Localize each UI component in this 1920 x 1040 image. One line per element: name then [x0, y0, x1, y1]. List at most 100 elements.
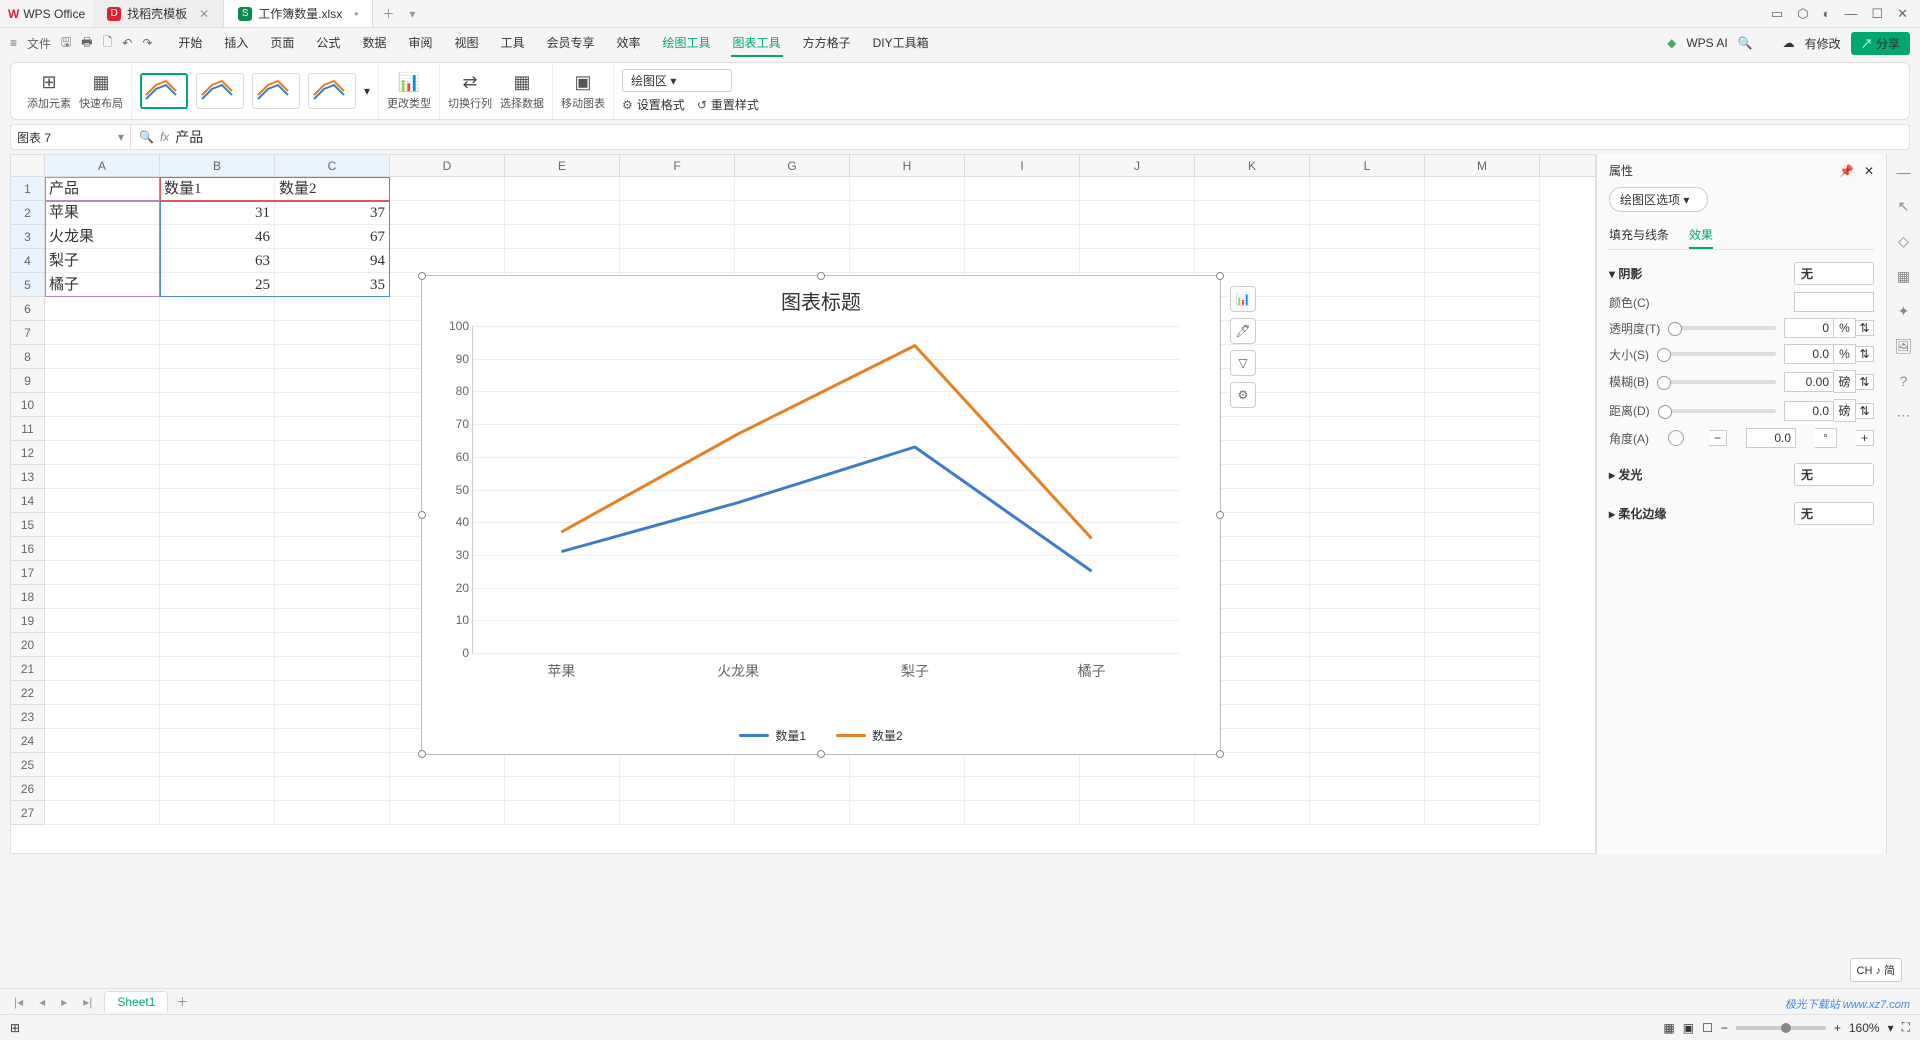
- cell[interactable]: [390, 753, 505, 777]
- cell[interactable]: [275, 681, 390, 705]
- row-header[interactable]: 12: [11, 441, 45, 465]
- search-icon[interactable]: 🔍: [1738, 36, 1753, 50]
- menu-item[interactable]: 方方格子: [801, 30, 853, 57]
- cell[interactable]: [160, 753, 275, 777]
- cell[interactable]: [1310, 273, 1425, 297]
- chart-handle[interactable]: [1216, 272, 1224, 280]
- cell[interactable]: [1425, 393, 1540, 417]
- cell[interactable]: [160, 369, 275, 393]
- reset-style-button[interactable]: ↺重置样式: [697, 96, 759, 113]
- stepper[interactable]: ⇅: [1856, 320, 1874, 336]
- cell[interactable]: [45, 441, 160, 465]
- cell[interactable]: [160, 393, 275, 417]
- preview-icon[interactable]: 🗋: [103, 33, 113, 54]
- cell[interactable]: [45, 321, 160, 345]
- row-header[interactable]: 5: [11, 273, 45, 297]
- chart-object[interactable]: 图表标题 0102030405060708090100苹果火龙果梨子橘子 数量1…: [421, 275, 1221, 755]
- cell[interactable]: [1310, 249, 1425, 273]
- angle-dial-icon[interactable]: [1668, 430, 1684, 446]
- shadow-size-input[interactable]: 0.0: [1784, 344, 1834, 364]
- row-header[interactable]: 8: [11, 345, 45, 369]
- cell[interactable]: [1310, 321, 1425, 345]
- cell[interactable]: [620, 201, 735, 225]
- rail-more-icon[interactable]: ⋯: [1897, 407, 1911, 424]
- cell[interactable]: [850, 753, 965, 777]
- cell[interactable]: [1425, 705, 1540, 729]
- sheet-nav-first[interactable]: |◂: [10, 995, 27, 1009]
- cell[interactable]: [1425, 585, 1540, 609]
- menu-item[interactable]: 审阅: [406, 30, 434, 57]
- row-header[interactable]: 20: [11, 633, 45, 657]
- cell[interactable]: [160, 657, 275, 681]
- formula-content[interactable]: 产品: [175, 127, 203, 147]
- shadow-opacity-slider[interactable]: [1668, 326, 1776, 330]
- cell[interactable]: [1080, 225, 1195, 249]
- column-header[interactable]: H: [850, 155, 965, 176]
- select-data-button[interactable]: ▦选择数据: [500, 72, 544, 111]
- cell[interactable]: [160, 633, 275, 657]
- cell[interactable]: [1425, 801, 1540, 825]
- cell[interactable]: [620, 777, 735, 801]
- cell[interactable]: [735, 753, 850, 777]
- menu-item[interactable]: 会员专享: [545, 30, 597, 57]
- add-tab-button[interactable]: ＋: [373, 5, 403, 22]
- cell[interactable]: [45, 681, 160, 705]
- close-button[interactable]: ✕: [1897, 6, 1908, 22]
- row-header[interactable]: 26: [11, 777, 45, 801]
- cell[interactable]: [45, 657, 160, 681]
- select-all-corner[interactable]: [11, 155, 45, 176]
- cell[interactable]: [45, 801, 160, 825]
- column-header[interactable]: K: [1195, 155, 1310, 176]
- cell[interactable]: [275, 561, 390, 585]
- cell[interactable]: [1310, 441, 1425, 465]
- cell[interactable]: [160, 513, 275, 537]
- view-normal-icon[interactable]: ▦: [1663, 1021, 1674, 1035]
- shadow-blur-slider[interactable]: [1657, 380, 1776, 384]
- cell[interactable]: [45, 561, 160, 585]
- cell[interactable]: [275, 345, 390, 369]
- cell[interactable]: [965, 201, 1080, 225]
- menu-item[interactable]: 页面: [268, 30, 296, 57]
- cell[interactable]: [1310, 561, 1425, 585]
- chart-handle[interactable]: [418, 272, 426, 280]
- cell[interactable]: [1425, 657, 1540, 681]
- minimize-button[interactable]: —: [1844, 6, 1857, 21]
- cell[interactable]: [45, 369, 160, 393]
- cell[interactable]: [1310, 537, 1425, 561]
- cell[interactable]: [1195, 249, 1310, 273]
- cell[interactable]: [1310, 297, 1425, 321]
- cell[interactable]: [45, 537, 160, 561]
- chart-handle[interactable]: [817, 750, 825, 758]
- menu-item[interactable]: 开始: [176, 30, 204, 57]
- cell[interactable]: [1425, 561, 1540, 585]
- row-header[interactable]: 9: [11, 369, 45, 393]
- panel-tab[interactable]: 填充与线条: [1609, 222, 1669, 249]
- cell[interactable]: [1310, 753, 1425, 777]
- menu-item[interactable]: 公式: [314, 30, 342, 57]
- cell[interactable]: [1310, 225, 1425, 249]
- panel-tab[interactable]: 效果: [1689, 222, 1713, 249]
- cell[interactable]: [965, 753, 1080, 777]
- cell[interactable]: [390, 177, 505, 201]
- cell[interactable]: [850, 225, 965, 249]
- add-element-button[interactable]: ⊞添加元素: [27, 72, 71, 111]
- cell[interactable]: [1310, 729, 1425, 753]
- wps-ai-button[interactable]: WPS AI: [1686, 36, 1727, 50]
- rail-help-icon[interactable]: ?: [1900, 373, 1908, 389]
- sheet-nav-prev[interactable]: ◂: [35, 995, 49, 1009]
- win-cube-icon[interactable]: ⬡: [1797, 6, 1808, 22]
- row-header[interactable]: 10: [11, 393, 45, 417]
- cell[interactable]: [275, 393, 390, 417]
- cell[interactable]: [160, 345, 275, 369]
- quick-layout-button[interactable]: ▦快速布局: [79, 72, 123, 111]
- cell[interactable]: [1310, 201, 1425, 225]
- cell[interactable]: [850, 801, 965, 825]
- cell[interactable]: [1425, 513, 1540, 537]
- tab-menu-icon[interactable]: ▾: [409, 7, 415, 21]
- rail-prop-icon[interactable]: ▦: [1897, 268, 1910, 285]
- set-format-button[interactable]: ⚙设置格式: [622, 96, 685, 113]
- cell[interactable]: [1425, 321, 1540, 345]
- win-layout-icon[interactable]: ▭: [1771, 6, 1783, 22]
- cell[interactable]: [160, 705, 275, 729]
- cell[interactable]: [275, 489, 390, 513]
